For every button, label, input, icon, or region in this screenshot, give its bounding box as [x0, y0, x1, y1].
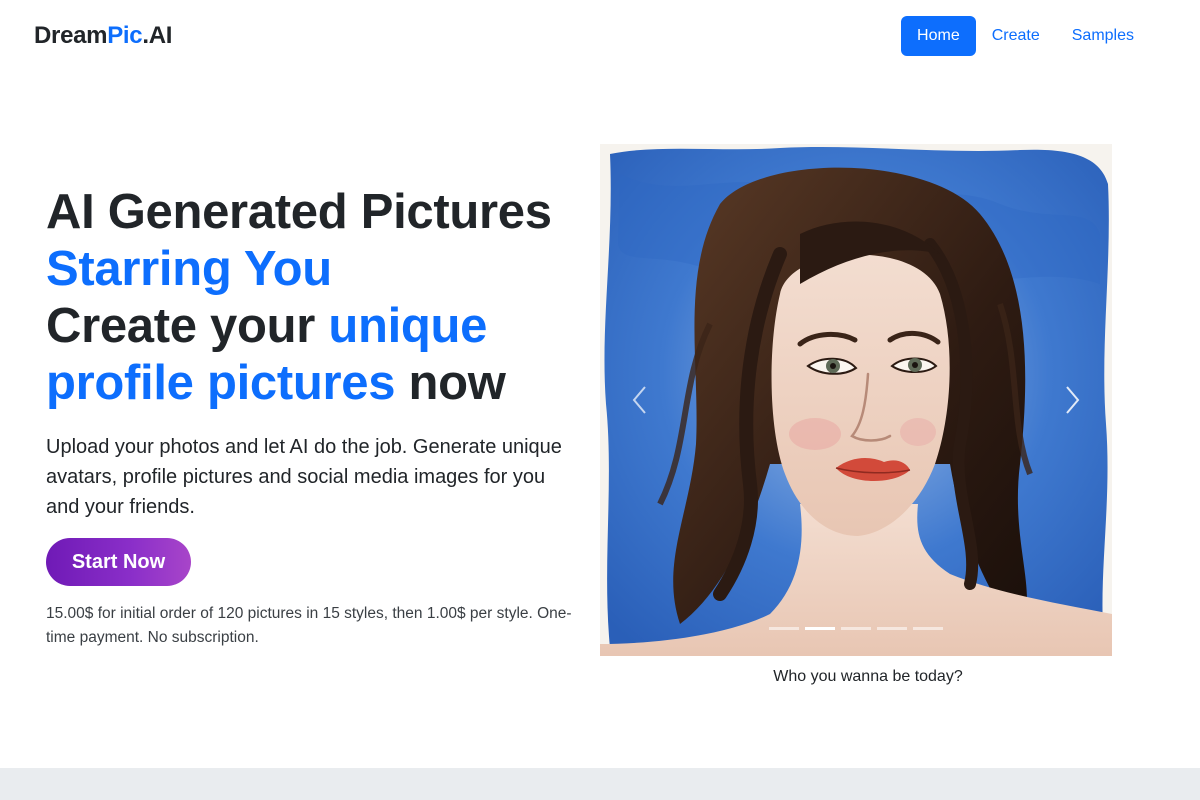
brand-part-1: Dream [34, 22, 108, 49]
carousel-caption: Who you wanna be today? [773, 668, 963, 685]
chevron-left-icon [632, 386, 646, 414]
price-note: 15.00$ for initial order of 120 pictures… [46, 605, 572, 646]
carousel-slide-image [600, 144, 1112, 656]
image-carousel [600, 144, 1112, 656]
nav-home[interactable]: Home [901, 16, 976, 56]
headline-line-2: Starring You [46, 242, 332, 296]
brand-logo[interactable]: DreamPic.AI [34, 22, 172, 50]
nav-samples[interactable]: Samples [1056, 16, 1150, 56]
headline-line-1: AI Generated Pictures [46, 185, 552, 239]
start-now-button[interactable]: Start Now [46, 538, 191, 586]
headline-line-3b: unique [328, 299, 488, 353]
main-nav: Home Create Samples [901, 16, 1150, 56]
carousel-next-button[interactable] [1052, 370, 1092, 430]
headline-line-3a: Create your [46, 299, 329, 353]
carousel-indicator-1[interactable] [769, 627, 799, 630]
carousel-indicator-4[interactable] [877, 627, 907, 630]
carousel-indicator-5[interactable] [913, 627, 943, 630]
brand-part-3: .AI [142, 22, 173, 49]
headline-line-4a: profile pictures [46, 356, 396, 410]
carousel-prev-button[interactable] [620, 370, 660, 430]
carousel-indicator-3[interactable] [841, 627, 871, 630]
navbar: DreamPic.AI Home Create Samples [0, 0, 1200, 76]
chevron-right-icon [1066, 386, 1080, 414]
brand-part-2: Pic [107, 22, 143, 49]
hero-text: AI Generated Pictures Starring You Creat… [46, 184, 594, 650]
watercolor-portrait-image [600, 144, 1112, 656]
hero-headline: AI Generated Pictures Starring You Creat… [46, 184, 594, 412]
nav-create[interactable]: Create [976, 16, 1056, 56]
hero-lead: Upload your photos and let AI do the job… [46, 436, 562, 518]
carousel-indicator-2[interactable] [805, 627, 835, 630]
carousel-indicators [600, 627, 1112, 630]
footer-band [0, 768, 1200, 800]
headline-line-4b: now [395, 356, 506, 410]
